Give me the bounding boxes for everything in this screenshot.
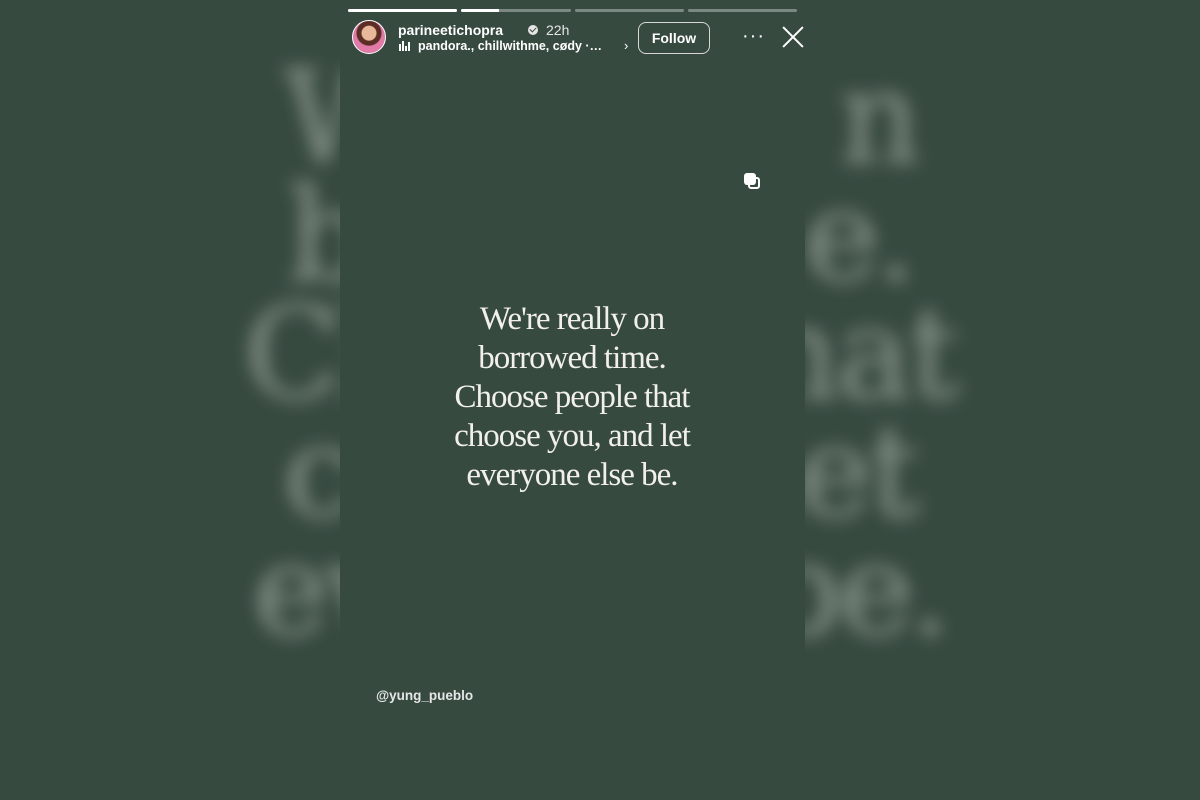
verified-icon bbox=[528, 25, 538, 35]
progress-segment bbox=[574, 9, 684, 12]
avatar[interactable] bbox=[352, 20, 386, 54]
post-time: 22h bbox=[546, 22, 570, 38]
progress-segment bbox=[461, 9, 571, 12]
close-icon[interactable] bbox=[780, 24, 805, 50]
story-header: parineetichopra 22h pandora., chillwithm… bbox=[352, 20, 795, 60]
carousel-icon bbox=[744, 173, 762, 191]
quote-line: Choose people that bbox=[454, 379, 691, 415]
quote-line: We're really on bbox=[479, 301, 665, 337]
story-panel[interactable]: parineetichopra 22h pandora., chillwithm… bbox=[340, 0, 805, 800]
music-icon bbox=[399, 41, 411, 51]
follow-button[interactable]: Follow bbox=[638, 22, 710, 54]
quote-text: We're really on borrowed time. Choose pe… bbox=[422, 300, 722, 495]
mention-tag[interactable]: @yung_pueblo bbox=[376, 688, 473, 703]
music-attribution[interactable]: pandora., chillwithme, cødy ·… bbox=[418, 39, 602, 53]
quote-line: choose you, and let bbox=[454, 418, 691, 454]
more-options-icon[interactable]: ··· bbox=[742, 26, 765, 46]
chevron-right-icon[interactable]: › bbox=[624, 38, 628, 53]
progress-segment bbox=[687, 9, 797, 12]
quote-line: everyone else be. bbox=[466, 457, 678, 493]
story-progress-bar bbox=[348, 9, 797, 12]
story-viewer: We n be e. Ch that ch let ev be. parinee… bbox=[0, 0, 1200, 800]
quote-line: borrowed time. bbox=[478, 340, 667, 376]
progress-segment bbox=[348, 9, 458, 12]
username[interactable]: parineetichopra bbox=[398, 22, 503, 38]
